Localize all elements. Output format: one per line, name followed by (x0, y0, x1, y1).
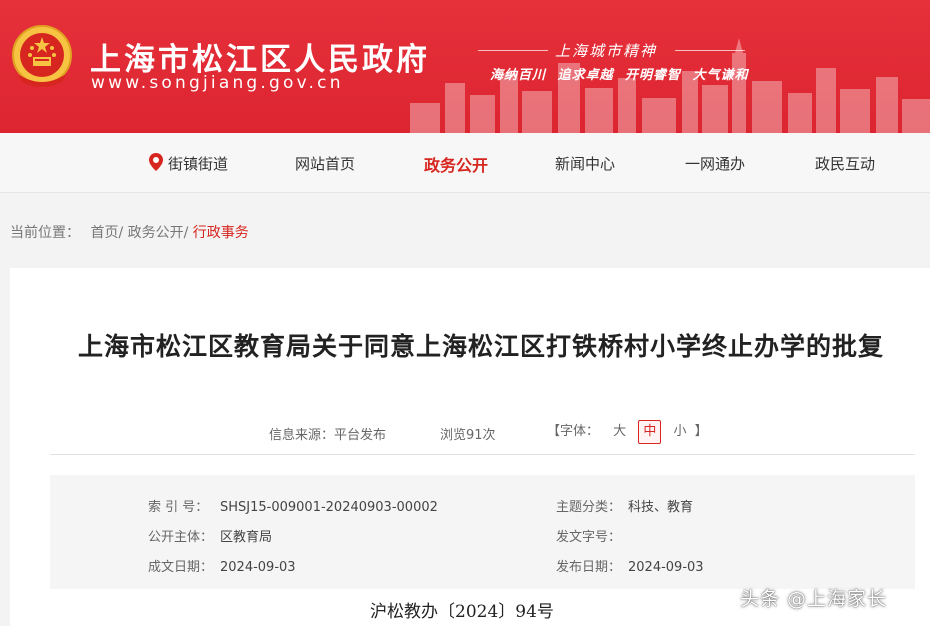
city-spirit-slogan: 海纳百川 追求卓越 开明睿智 大气谦和 (490, 68, 749, 83)
info-index: 索 引 号： SHSJ15-009001-20240903-00002 (148, 500, 438, 515)
font-size-close: 】 (694, 424, 708, 439)
document-info-box: 索 引 号： SHSJ15-009001-20240903-00002 主题分类：… (50, 475, 915, 589)
breadcrumb-current[interactable]: 行政事务 (193, 225, 249, 241)
breadcrumb-home[interactable]: 首页/ (90, 225, 123, 241)
document-number: 沪松教办〔2024〕94号 (370, 602, 554, 622)
info-publisher: 公开主体： 区教育局 (148, 530, 273, 545)
decorative-line (675, 50, 745, 51)
divider (50, 454, 915, 455)
nav-item-interaction[interactable]: 政民互动 (815, 153, 875, 174)
nav-item-towns[interactable]: 街镇街道 (149, 153, 228, 174)
location-pin-icon (149, 153, 163, 171)
source-watermark: 头条 @上海家长 (740, 588, 888, 610)
breadcrumb-prefix: 当前位置： (10, 225, 80, 241)
info-doc-number: 发文字号： (556, 530, 622, 545)
nav-item-online-service[interactable]: 一网通办 (685, 153, 745, 174)
article-card: 上海市松江区教育局关于同意上海松江区打铁桥村小学终止办学的批复 信息来源：平台发… (10, 268, 930, 626)
site-header: 上海市松江区人民政府 www.songjiang.gov.cn 上海城市精神 海… (0, 0, 930, 133)
breadcrumb-gov-affairs[interactable]: 政务公开/ (128, 225, 189, 241)
city-skyline-decoration (410, 38, 930, 133)
nav-item-towns-label: 街镇街道 (168, 155, 229, 173)
nav-item-gov-affairs[interactable]: 政务公开 (424, 152, 488, 176)
info-subject: 主题分类： 科技、教育 (556, 500, 694, 515)
font-size-small-button[interactable]: 小 (669, 421, 690, 443)
breadcrumb: 当前位置： 首页/ 政务公开/ 行政事务 (10, 222, 249, 242)
national-emblem-logo (12, 25, 72, 87)
font-size-label: 【字体： (547, 424, 600, 439)
main-nav: 街镇街道 网站首页 政务公开 新闻中心 一网通办 政民互动 (0, 133, 930, 193)
font-size-control: 【字体： 大 中 小 】 (547, 420, 708, 444)
city-spirit-title: 上海城市精神 (555, 42, 658, 60)
decorative-line (478, 50, 548, 51)
nav-item-news[interactable]: 新闻中心 (555, 153, 615, 174)
font-size-medium-button[interactable]: 中 (638, 420, 662, 444)
site-url: www.songjiang.gov.cn (91, 73, 344, 93)
font-size-large-button[interactable]: 大 (609, 421, 630, 443)
info-created-date: 成文日期： 2024-09-03 (148, 560, 296, 575)
article-views: 浏览91次 (440, 428, 496, 443)
article-source: 信息来源：平台发布 (269, 428, 387, 443)
info-published-date: 发布日期： 2024-09-03 (556, 560, 704, 575)
article-title: 上海市松江区教育局关于同意上海松江区打铁桥村小学终止办学的批复 (77, 332, 884, 361)
nav-item-home[interactable]: 网站首页 (295, 153, 355, 174)
